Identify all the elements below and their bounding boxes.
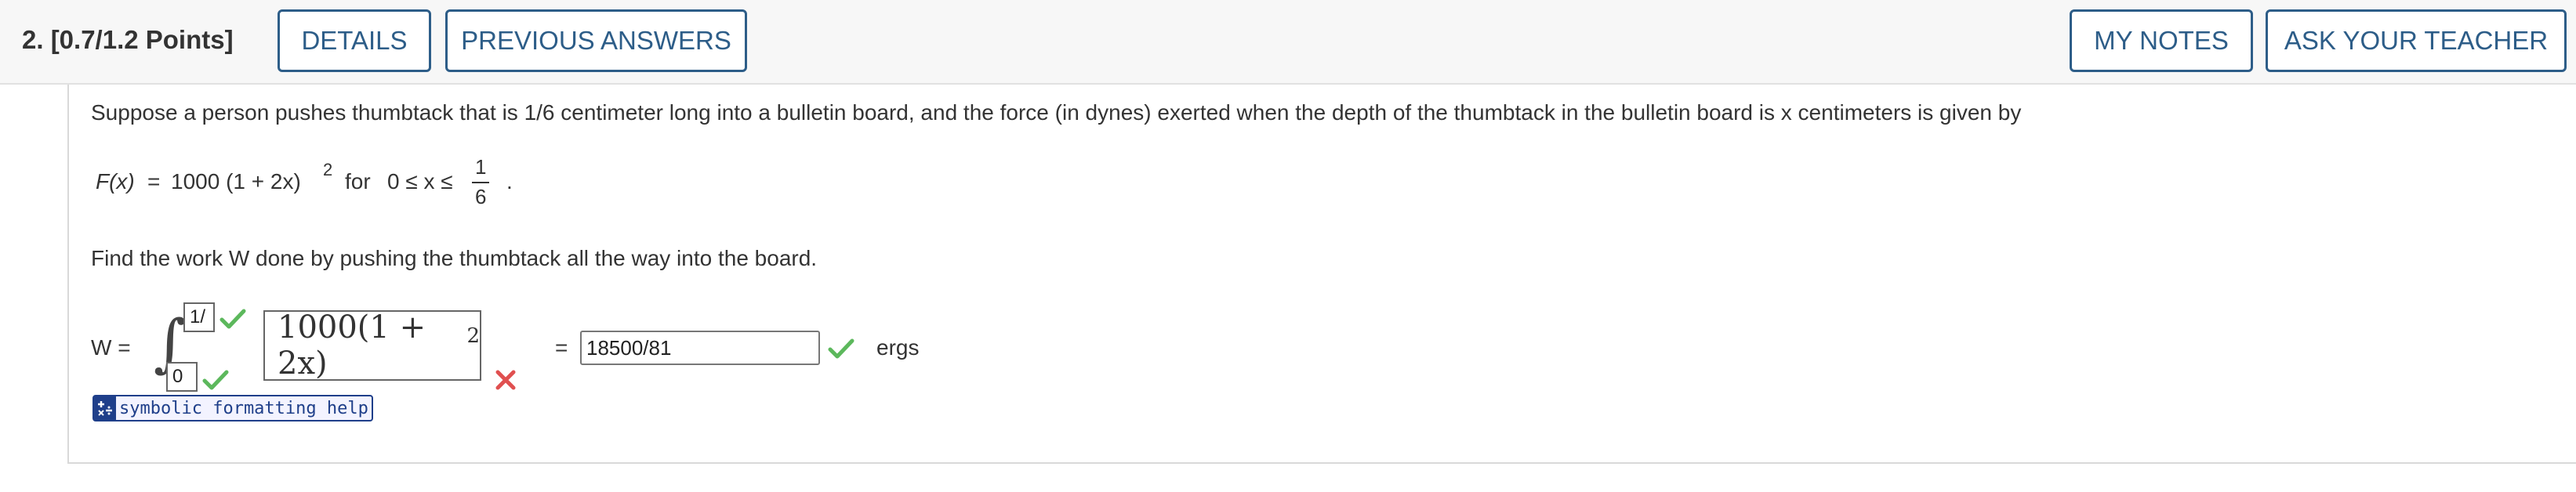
function-equals: = bbox=[147, 169, 161, 194]
symbolic-formatting-help-button[interactable]: symbolic formatting help bbox=[93, 395, 373, 421]
function-lhs: F(x) bbox=[96, 169, 135, 194]
symbolic-help-label: symbolic formatting help bbox=[119, 398, 368, 418]
w-label: W = bbox=[91, 335, 131, 360]
checkmark-icon bbox=[202, 370, 229, 390]
details-button[interactable]: DETAILS bbox=[278, 9, 431, 72]
function-domain: 0 ≤ x ≤ bbox=[387, 169, 453, 194]
function-expression: 1000 (1 + 2x) bbox=[171, 169, 301, 194]
checkmark-icon bbox=[220, 309, 246, 329]
question-prompt: Suppose a person pushes thumbtack that i… bbox=[91, 100, 2022, 125]
fraction-numerator: 1 bbox=[475, 155, 487, 179]
function-for: for bbox=[345, 169, 371, 194]
integrand-expression: 1000(1 + 2x) bbox=[278, 309, 426, 382]
answer-units: ergs bbox=[876, 335, 920, 360]
answer-equals: = bbox=[555, 335, 568, 360]
integrand-input[interactable]: 1000(1 + 2x) 2 bbox=[263, 309, 481, 382]
fraction-denominator: 6 bbox=[475, 185, 487, 208]
question-panel bbox=[67, 85, 2576, 464]
function-exponent: 2 bbox=[323, 160, 333, 179]
previous-answers-button[interactable]: PREVIOUS ANSWERS bbox=[445, 9, 747, 72]
my-notes-button[interactable]: MY NOTES bbox=[2070, 9, 2253, 72]
question-points-label: 2. [0.7/1.2 Points] bbox=[22, 25, 234, 54]
lower-bound-input[interactable]: 0 bbox=[166, 362, 198, 392]
incorrect-x-icon bbox=[495, 370, 516, 390]
checkmark-icon bbox=[828, 338, 854, 359]
fraction-bar bbox=[472, 182, 489, 183]
question-header: 2. [0.7/1.2 Points] DETAILS PREVIOUS ANS… bbox=[0, 0, 2576, 85]
function-period: . bbox=[506, 169, 513, 194]
upper-bound-input[interactable]: 1/ bbox=[183, 302, 215, 332]
work-answer-input[interactable] bbox=[580, 331, 820, 365]
find-work-text: Find the work W done by pushing the thum… bbox=[91, 246, 818, 270]
ask-your-teacher-button[interactable]: ASK YOUR TEACHER bbox=[2266, 9, 2567, 72]
symbolic-help-icon bbox=[94, 396, 116, 420]
integrand-exponent: 2 bbox=[466, 324, 480, 348]
